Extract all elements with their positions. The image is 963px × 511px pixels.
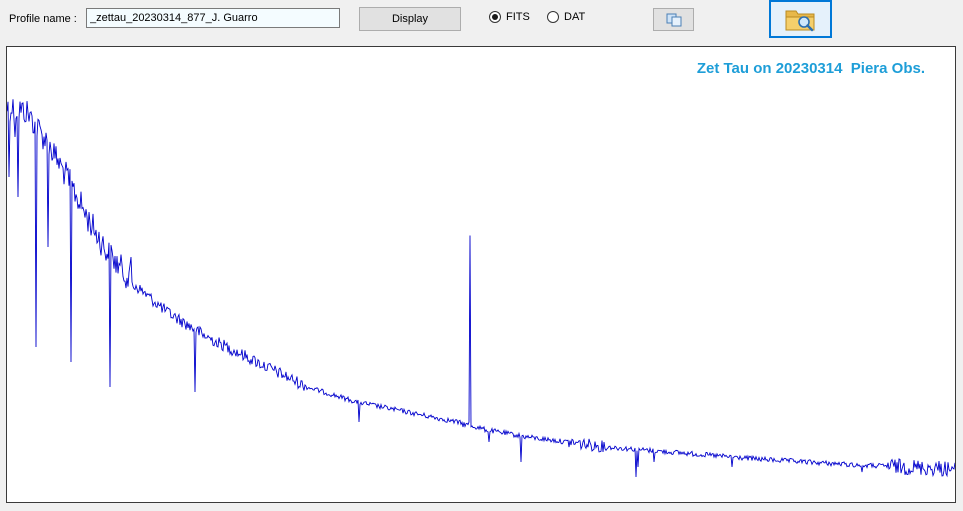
folder-search-icon xyxy=(785,10,814,32)
spectrum-plot: Zet Tau on 20230314 Piera Obs. xyxy=(6,46,956,503)
radio-fits-label: FITS xyxy=(506,11,530,23)
radio-fits[interactable]: FITS xyxy=(489,11,530,23)
display-button[interactable]: Display xyxy=(359,7,461,31)
radio-dat[interactable]: DAT xyxy=(547,11,585,23)
toolbar: Profile name : Display FITS DAT xyxy=(0,0,963,44)
copy-button[interactable] xyxy=(653,8,694,31)
radio-dat-circle[interactable] xyxy=(547,11,559,23)
radio-dat-label: DAT xyxy=(564,11,586,23)
profile-name-input[interactable] xyxy=(86,8,340,28)
radio-fits-circle[interactable] xyxy=(489,11,501,23)
profile-name-label: Profile name : xyxy=(9,13,77,25)
copy-icon xyxy=(666,13,681,26)
plot-title: Zet Tau on 20230314 Piera Obs. xyxy=(696,60,925,77)
spectrum-svg xyxy=(7,99,955,478)
open-file-button[interactable] xyxy=(769,0,832,38)
spectrum-line xyxy=(7,99,955,478)
radio-selected-dot xyxy=(492,14,498,20)
